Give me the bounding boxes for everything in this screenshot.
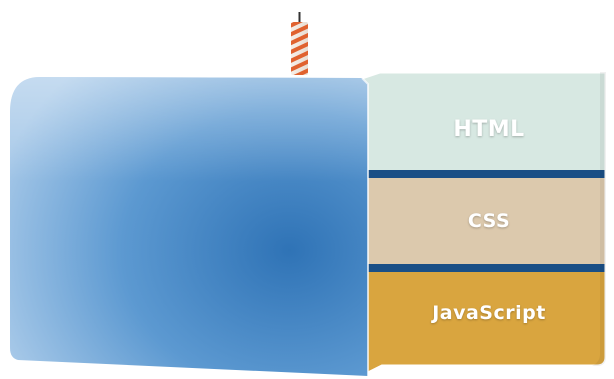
layer-separator-1: [362, 170, 606, 178]
layer-label-javascript: JavaScript: [432, 302, 546, 324]
layer-label-css: CSS: [467, 210, 511, 232]
cake-body: [10, 77, 369, 376]
candle: [291, 12, 308, 75]
cake-body-highlight: [10, 77, 368, 376]
candle-stripes: [291, 22, 308, 75]
layer-separator-2: [362, 264, 606, 272]
layer-label-html: HTML: [453, 117, 525, 142]
